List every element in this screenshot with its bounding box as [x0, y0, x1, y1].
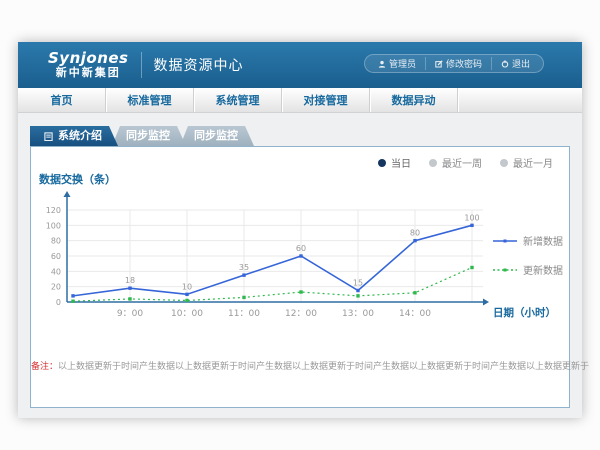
user-menu-修改密码[interactable]: 修改密码	[425, 57, 491, 70]
tab-同步监控-2[interactable]: 同步监控	[180, 126, 254, 146]
nav-item-首页[interactable]: 首页	[18, 88, 106, 112]
legend-swatch	[493, 237, 517, 245]
point-label: 80	[410, 229, 420, 238]
radio-label: 最近一周	[442, 155, 482, 170]
legend-label: 新增数据	[523, 233, 563, 248]
time-range-filter: 当日 最近一周 最近一月	[378, 155, 553, 170]
y-axis-arrow	[64, 191, 71, 197]
radio-label: 最近一月	[513, 155, 553, 170]
point-label: 10	[182, 282, 192, 291]
main-nav: 首页标准管理系统管理对接管理数据异动	[18, 88, 582, 113]
legend-swatch	[493, 266, 517, 274]
user-menu-label: 退出	[512, 57, 530, 70]
data-point	[128, 297, 131, 300]
chart-legend: 新增数据更新数据	[493, 233, 563, 277]
user-icon	[378, 60, 386, 68]
user-menu-退出[interactable]: 退出	[491, 57, 539, 70]
chart-panel: 当日 最近一周 最近一月 数据交换（条） 0 20 40 60 80 100 120 9：00 10…	[30, 146, 570, 408]
y-axis-title: 数据交换（条）	[39, 171, 116, 187]
nav-item-对接管理[interactable]: 对接管理	[282, 88, 370, 112]
data-point	[185, 293, 188, 296]
header-divider	[141, 52, 142, 78]
user-menu-管理员[interactable]: 管理员	[369, 57, 425, 70]
tab-系统介绍-0[interactable]: 系统介绍	[30, 126, 118, 146]
radio-dot	[378, 159, 386, 167]
page-title: 数据资源中心	[154, 55, 244, 75]
y-tick-label: 20	[51, 283, 61, 292]
tab-label: 同步监控	[126, 129, 170, 142]
data-point	[470, 224, 473, 227]
logo-english: Synjones	[48, 51, 129, 67]
y-tick-label: 120	[46, 206, 61, 215]
radio-最近一月[interactable]: 最近一月	[500, 155, 553, 170]
top-header: Synjones 新中新集团 数据资源中心 管理员 修改密码 退出	[18, 42, 582, 88]
x-tick-label: 14：00	[399, 309, 431, 319]
point-label: 15	[353, 279, 363, 288]
tab-bar: 系统介绍 同步监控 同步监控	[30, 126, 254, 146]
data-point	[128, 287, 131, 290]
data-point	[242, 273, 245, 276]
footnote-text: 以上数据更新于时间产生数据以上数据更新于时间产生数据以上数据更新于时间产生数据以…	[58, 362, 589, 372]
point-label: 100	[464, 213, 479, 222]
user-menu: 管理员 修改密码 退出	[364, 54, 544, 73]
x-tick-label: 13：00	[342, 309, 374, 319]
point-label: 18	[125, 276, 135, 285]
logo: Synjones 新中新集团	[48, 51, 129, 78]
y-tick-label: 100	[46, 221, 61, 230]
data-point	[299, 290, 302, 293]
x-axis-arrow	[483, 299, 489, 306]
x-tick-label: 9：00	[117, 309, 143, 319]
nav-item-系统管理[interactable]: 系统管理	[194, 88, 282, 112]
x-tick-label: 11：00	[228, 309, 260, 319]
user-menu-label: 管理员	[389, 57, 416, 70]
radio-label: 当日	[391, 155, 411, 170]
point-label: 60	[296, 244, 306, 253]
power-icon	[501, 60, 509, 68]
y-tick-label: 60	[51, 252, 61, 261]
user-menu-label: 修改密码	[446, 57, 482, 70]
tab-同步监控-1[interactable]: 同步监控	[112, 126, 186, 146]
data-point	[413, 291, 416, 294]
app-window: Synjones 新中新集团 数据资源中心 管理员修改密码退出 首页标准管理系统…	[18, 42, 582, 418]
radio-dot	[429, 159, 437, 167]
data-point	[356, 294, 359, 297]
logo-chinese: 新中新集团	[48, 67, 129, 79]
point-label: 35	[239, 263, 249, 272]
data-point	[71, 300, 74, 303]
radio-最近一周[interactable]: 最近一周	[429, 155, 482, 170]
radio-当日[interactable]: 当日	[378, 155, 411, 170]
data-point	[71, 294, 74, 297]
edit-icon	[435, 60, 443, 68]
footnote-prefix: 备注：	[31, 362, 58, 372]
data-point	[356, 289, 359, 292]
data-point	[299, 254, 302, 257]
tab-label: 系统介绍	[58, 126, 102, 146]
x-tick-label: 12：00	[285, 309, 317, 319]
radio-dot	[500, 159, 508, 167]
nav-item-数据异动[interactable]: 数据异动	[370, 88, 458, 112]
tab-label: 同步监控	[194, 129, 238, 142]
data-point	[470, 266, 473, 269]
x-axis-title: 日期（小时）	[493, 306, 556, 319]
data-point	[185, 299, 188, 302]
data-point	[413, 239, 416, 242]
legend-item-更新数据[interactable]: 更新数据	[493, 262, 563, 277]
y-tick-label: 80	[51, 237, 61, 246]
x-tick-label: 10：00	[171, 309, 203, 319]
footnote: 备注：以上数据更新于时间产生数据以上数据更新于时间产生数据以上数据更新于时间产生…	[31, 359, 569, 372]
nav-item-标准管理[interactable]: 标准管理	[106, 88, 194, 112]
data-point	[242, 296, 245, 299]
legend-item-新增数据[interactable]: 新增数据	[493, 233, 563, 248]
y-tick-label: 0	[56, 298, 61, 307]
y-tick-label: 40	[51, 267, 61, 276]
document-icon	[44, 132, 53, 141]
legend-label: 更新数据	[523, 262, 563, 277]
